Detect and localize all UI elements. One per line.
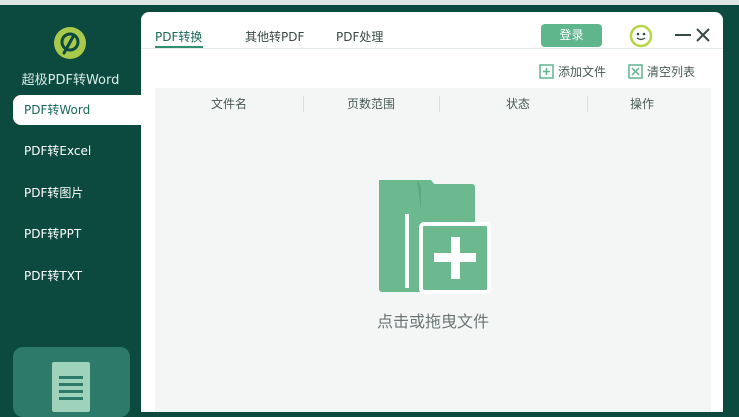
- sidebar-item-pdf-to-word[interactable]: PDF转Word: [13, 95, 141, 125]
- clear-list-label: 清空列表: [647, 65, 696, 79]
- tab-other-to-pdf[interactable]: 其他转PDF: [245, 28, 304, 45]
- main-panel: PDF转换 其他转PDF PDF处理 登录 添加文件 清空列表 文件名 页数范围…: [141, 12, 723, 412]
- add-file-icon: [539, 64, 554, 79]
- file-dropzone[interactable]: 点击或拖曳文件: [155, 120, 711, 412]
- column-header-status: 状态: [505, 97, 530, 111]
- add-file-label: 添加文件: [558, 65, 607, 79]
- dropzone-label: 点击或拖曳文件: [376, 312, 489, 331]
- folder-plus-icon: [379, 180, 491, 294]
- sidebar-item-pdf-to-txt[interactable]: PDF转TXT: [13, 261, 141, 291]
- sidebar-item-pdf-to-image[interactable]: PDF转图片: [13, 178, 141, 208]
- app-name: 超极PDF转Word: [21, 73, 120, 88]
- column-header-filename: 文件名: [210, 97, 247, 111]
- document-card[interactable]: [13, 347, 130, 417]
- sidebar: 超极PDF转Word PDF转Word PDF转Excel PDF转图片 PDF…: [0, 5, 141, 417]
- add-file-button[interactable]: 添加文件: [539, 63, 606, 80]
- tab-pdf-process[interactable]: PDF处理: [336, 28, 383, 45]
- tab-pdf-convert[interactable]: PDF转换: [155, 28, 202, 45]
- logo-icon: [54, 27, 86, 59]
- close-icon[interactable]: [695, 26, 711, 44]
- column-header-actions: 操作: [629, 97, 654, 111]
- document-icon: [52, 362, 90, 412]
- login-button[interactable]: 登录: [541, 24, 602, 47]
- minimize-icon[interactable]: [674, 24, 692, 46]
- column-header-page-range: 页数范围: [346, 97, 395, 111]
- smiley-icon[interactable]: [629, 24, 653, 48]
- clear-list-button[interactable]: 清空列表: [628, 63, 695, 80]
- table-header: 文件名 页数范围 状态 操作: [155, 88, 711, 120]
- sidebar-item-pdf-to-excel[interactable]: PDF转Excel: [13, 136, 141, 166]
- tab-divider: [141, 48, 723, 49]
- clear-list-icon: [628, 64, 643, 79]
- sidebar-item-pdf-to-ppt[interactable]: PDF转PPT: [13, 219, 141, 249]
